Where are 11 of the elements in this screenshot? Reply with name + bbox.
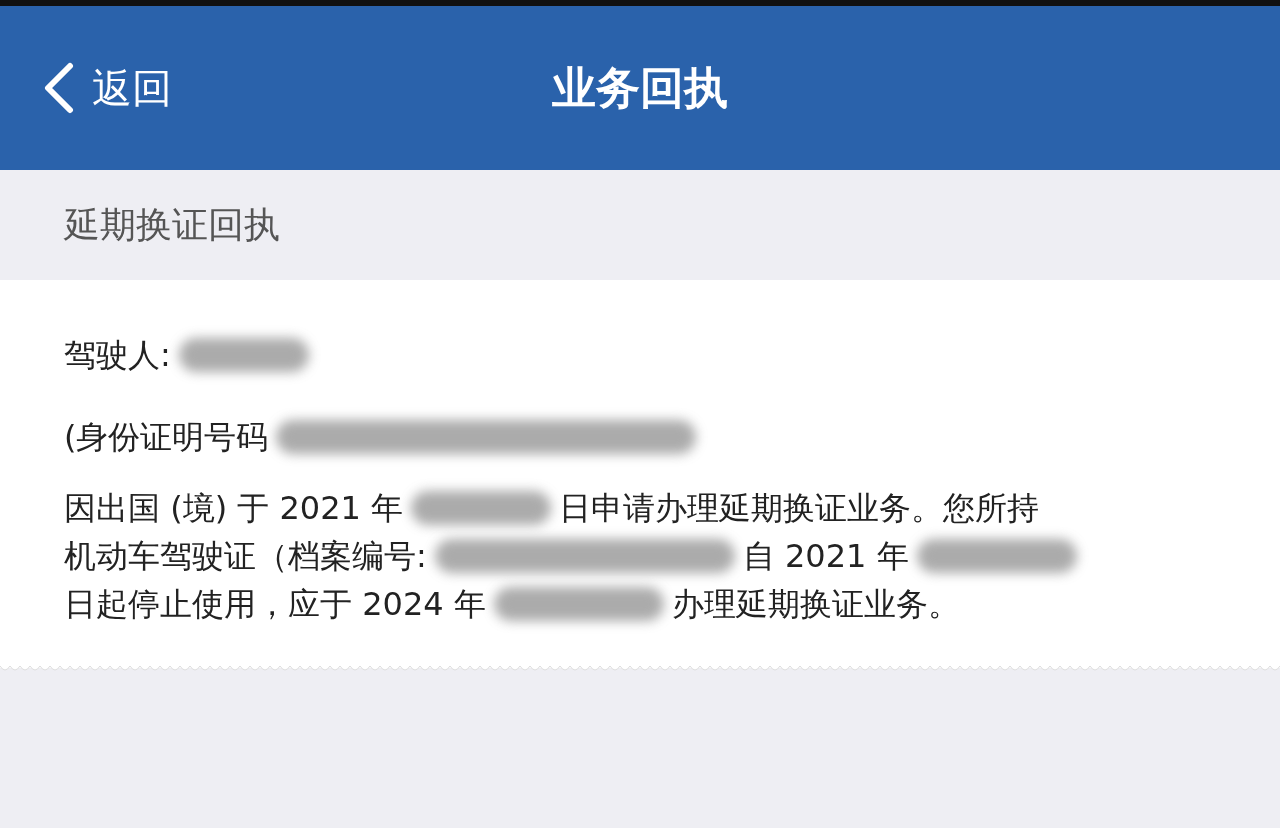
- receipt-text: 因出国 (境) 于 2021 年: [64, 488, 404, 529]
- receipt-text: (身份证明号码: [64, 417, 269, 458]
- receipt-text: 日申请办理延期换证业务。您所持: [559, 488, 1040, 529]
- receipt-text: 机动车驾驶证（档案编号:: [64, 536, 427, 577]
- receipt-text: 自 2021 年: [742, 536, 909, 577]
- page-title: 业务回执: [552, 61, 728, 115]
- back-button[interactable]: 返回: [40, 58, 172, 118]
- receipt-text: 驾驶人:: [64, 335, 171, 376]
- section-title: 延期换证回执: [64, 203, 280, 247]
- receipt-text: 日起停止使用，应于 2024 年: [64, 584, 486, 625]
- receipt-text: 办理延期换证业务。: [671, 584, 960, 625]
